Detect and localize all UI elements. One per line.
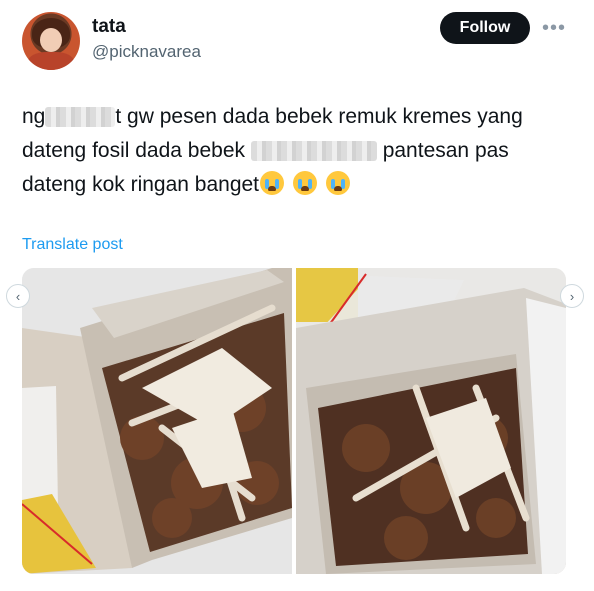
crying-face-emoji-icon [260, 171, 285, 195]
redacted-text [45, 107, 116, 128]
media-gallery [22, 268, 566, 574]
follow-button[interactable]: Follow [440, 12, 530, 44]
translate-post-link[interactable]: Translate post [22, 236, 123, 254]
tweet-text-segment: ng [22, 105, 46, 128]
tweet-text: ng t gw pesen dada bebek remuk kremes yan… [22, 100, 574, 202]
tweet-text-line: dateng kok ringan banget [22, 168, 574, 202]
tweet-header: tata @picknavarea Follow ••• [22, 12, 572, 70]
chevron-right-icon[interactable]: › [560, 284, 584, 308]
chevron-left-icon[interactable]: ‹ [6, 284, 30, 308]
tweet-text-segment: dateng kok ringan banget [22, 173, 260, 196]
redacted-text [250, 141, 377, 162]
tweet-text-line: dateng fosil dada bebek pantesan pas [22, 134, 574, 168]
author-display-name[interactable]: tata [92, 16, 201, 38]
tweet-text-segment: pantesan pas [376, 139, 509, 162]
tweet-text-segment: t gw pesen dada bebek remuk kremes yang [115, 105, 523, 128]
media-photo-1[interactable] [22, 268, 292, 574]
media-photo-2[interactable] [296, 268, 566, 574]
author-handle[interactable]: @picknavarea [92, 41, 201, 63]
crying-face-emoji-icon [293, 171, 318, 195]
tweet-text-segment: dateng fosil dada bebek [22, 139, 251, 162]
author-info: tata @picknavarea [92, 16, 201, 63]
crying-face-emoji-icon [326, 171, 351, 195]
more-horizontal-icon[interactable]: ••• [540, 18, 568, 38]
avatar[interactable] [22, 12, 80, 70]
tweet-text-line: ng t gw pesen dada bebek remuk kremes yan… [22, 100, 574, 134]
